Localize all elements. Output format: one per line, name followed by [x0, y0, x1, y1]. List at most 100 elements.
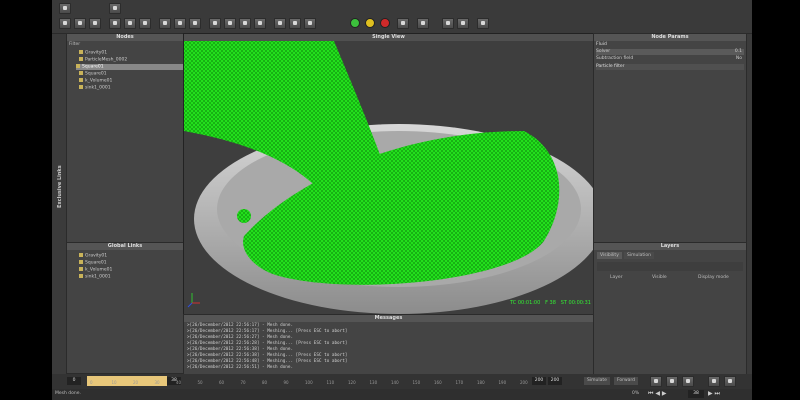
timeline-tick: 130 — [369, 380, 378, 385]
prev-frame-icon[interactable]: ◀ — [655, 390, 660, 397]
tree-item[interactable]: k_Volume01 — [79, 267, 112, 273]
timeline-start-field[interactable]: 0 — [67, 377, 81, 385]
tree-item[interactable]: k_Volume01 — [79, 78, 112, 84]
network-icon[interactable] — [477, 18, 489, 29]
save-icon[interactable] — [89, 18, 101, 29]
layers-panel: Layers Visibility Simulation Layer Visib… — [593, 242, 747, 375]
next-frame-icon[interactable]: ▶ — [708, 390, 713, 397]
view-icon[interactable] — [304, 18, 316, 29]
timeline-tick: 60 — [219, 380, 225, 385]
timeline-tick: 190 — [498, 380, 507, 385]
tree-item-selected[interactable]: Square01 — [76, 64, 183, 70]
tab-visibility[interactable]: Visibility — [597, 252, 622, 259]
node-params-title: Node Params — [594, 34, 746, 41]
viewport-title: Single View — [184, 34, 593, 41]
camera-icon[interactable] — [139, 18, 151, 29]
move-icon[interactable] — [209, 18, 221, 29]
param-row[interactable]: Solver 0.1 — [596, 49, 744, 55]
export-sequence-icon[interactable] — [708, 376, 720, 387]
message-line: >[26/December/2012 22:56:28] - Meshing..… — [187, 341, 348, 346]
tree-item[interactable]: ParticleMesh_0002 — [79, 57, 127, 63]
render-sequence-icon[interactable] — [682, 376, 694, 387]
mesher-icon[interactable] — [189, 18, 201, 29]
timeline-tick: 50 — [197, 380, 203, 385]
col-display-mode[interactable]: Display mode — [698, 275, 729, 280]
messages-panel: Messages >[26/December/2012 22:56:17] - … — [183, 314, 594, 375]
col-layer[interactable]: Layer — [610, 275, 623, 280]
daemon-icon[interactable] — [174, 18, 186, 29]
tree-item[interactable]: Square01 — [79, 71, 107, 77]
range-field-b[interactable]: 200 — [548, 377, 562, 385]
play-icon[interactable]: ▶ — [662, 390, 667, 397]
message-line: >[26/December/2012 22:56:48] - Meshing..… — [187, 359, 348, 364]
fluid-droplet — [237, 209, 251, 223]
reset-icon[interactable] — [397, 18, 409, 29]
timeline-tick: 140 — [391, 380, 399, 385]
exclusive-links-tab[interactable]: Exclusive Links — [57, 165, 63, 208]
link-icon[interactable] — [289, 18, 301, 29]
undo-icon[interactable] — [109, 3, 121, 14]
viewport[interactable]: Single View TC 00:01:00 F 38 ST 00:00:31 — [183, 33, 594, 315]
message-line: >[26/December/2012 22:56:17] - Mesh done… — [187, 323, 294, 328]
simulate-dropdown[interactable]: Simulate — [584, 377, 610, 385]
layers-toolbar — [597, 262, 743, 271]
pause-simulation-icon[interactable] — [365, 18, 375, 28]
scale-icon[interactable] — [239, 18, 251, 29]
timeline-tick: 120 — [348, 380, 356, 385]
open-icon[interactable] — [74, 18, 86, 29]
grid-icon[interactable] — [274, 18, 286, 29]
last-frame-icon[interactable]: ⏭ — [715, 390, 720, 397]
cache-icon[interactable] — [666, 376, 678, 387]
message-line: >[26/December/2012 22:56:17] - Meshing..… — [187, 329, 348, 334]
menu-icon[interactable] — [59, 3, 71, 14]
emitter-icon[interactable] — [159, 18, 171, 29]
cube-icon[interactable] — [109, 18, 121, 29]
message-line: >[26/December/2012 22:56:51] - Mesh done… — [187, 365, 294, 370]
sink-icon — [79, 85, 83, 89]
light-icon[interactable] — [254, 18, 266, 29]
gravity-icon — [79, 50, 83, 54]
message-line: >[26/December/2012 22:56:27] - Mesh done… — [187, 335, 294, 340]
viewport-scene — [184, 41, 593, 314]
col-visible[interactable]: Visible — [652, 275, 667, 280]
params-section: Fluid — [596, 42, 607, 47]
preferences-icon[interactable] — [457, 18, 469, 29]
message-line: >[26/December/2012 22:56:38] - Meshing..… — [187, 353, 348, 358]
sphere-icon[interactable] — [124, 18, 136, 29]
timeline-tick: 200 — [520, 380, 528, 385]
status-text: Mesh done. — [55, 391, 81, 396]
tree-item[interactable]: Gravity01 — [79, 50, 107, 56]
playback-settings-icon[interactable] — [650, 376, 662, 387]
status-bar: Mesh done. 0% ⏮ ◀ ▶ 38 ▶ ⏭ — [52, 389, 752, 400]
new-scene-icon[interactable] — [59, 18, 71, 29]
viewport-hud: TC 00:01:00 F 38 ST 00:00:31 — [510, 300, 591, 306]
render-icon[interactable] — [417, 18, 429, 29]
square-icon — [76, 64, 80, 68]
mode-dropdown[interactable]: Forward — [614, 377, 638, 385]
tab-simulation[interactable]: Simulation — [624, 252, 654, 259]
tree-item[interactable]: Square01 — [79, 260, 107, 266]
first-frame-icon[interactable]: ⏮ — [648, 390, 653, 397]
timeline-tick: 180 — [477, 380, 485, 385]
record-icon[interactable] — [380, 18, 390, 28]
timeline-tick: 30 — [154, 380, 160, 385]
timeline-tick: 80 — [262, 380, 268, 385]
volume-icon — [79, 78, 83, 82]
param-row[interactable]: Subtraction field No — [596, 56, 744, 62]
params-subsection[interactable]: Particle filter — [596, 64, 744, 70]
range-field-a[interactable]: 200 — [532, 377, 546, 385]
timeline-tick: 40 — [176, 380, 182, 385]
current-frame-field[interactable]: 38 — [688, 390, 704, 398]
tree-item[interactable]: sink1_0001 — [79, 274, 111, 280]
close-icon[interactable] — [724, 376, 736, 387]
timeline-tick: 150 — [412, 380, 421, 385]
export-icon[interactable] — [442, 18, 454, 29]
rotate-icon[interactable] — [224, 18, 236, 29]
play-simulation-icon[interactable] — [350, 18, 360, 28]
timeline-tick: 100 — [305, 380, 313, 385]
timeline-tick: 70 — [240, 380, 246, 385]
nodes-filter-label[interactable]: Filter — [69, 42, 80, 47]
tree-item[interactable]: Gravity01 — [79, 253, 107, 259]
tree-item[interactable]: sink1_0001 — [79, 85, 111, 91]
nodes-panel: Nodes Filter Gravity01 ParticleMesh_0002… — [66, 33, 184, 243]
